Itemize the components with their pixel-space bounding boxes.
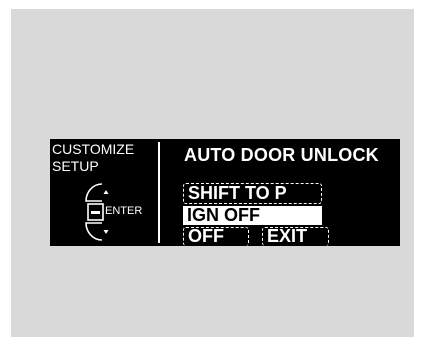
figure-background: CUSTOMIZE SETUP ENTER AUTO DOOR UNLOCK S… — [11, 9, 414, 337]
option-shift-to-p[interactable]: SHIFT TO P — [183, 183, 322, 204]
up-arrow-icon[interactable] — [103, 190, 109, 194]
option-ign-off[interactable]: IGN OFF — [183, 206, 322, 225]
menu-title: AUTO DOOR UNLOCK — [184, 145, 379, 165]
header-line-2: SETUP — [52, 158, 99, 174]
header-line-1: CUSTOMIZE — [52, 141, 135, 157]
down-arrow-icon[interactable] — [103, 230, 109, 234]
enter-label: ENTER — [105, 205, 143, 217]
knob-upper-arc — [85, 183, 103, 202]
display-screen: CUSTOMIZE SETUP ENTER AUTO DOOR UNLOCK S… — [50, 139, 400, 246]
option-off[interactable]: OFF — [183, 227, 249, 246]
knob-lower-arc — [85, 222, 103, 241]
option-exit[interactable]: EXIT — [262, 227, 329, 246]
menu-button-dots — [91, 211, 100, 214]
vertical-divider — [158, 142, 160, 243]
customize-setup-label: CUSTOMIZE SETUP — [52, 141, 134, 175]
